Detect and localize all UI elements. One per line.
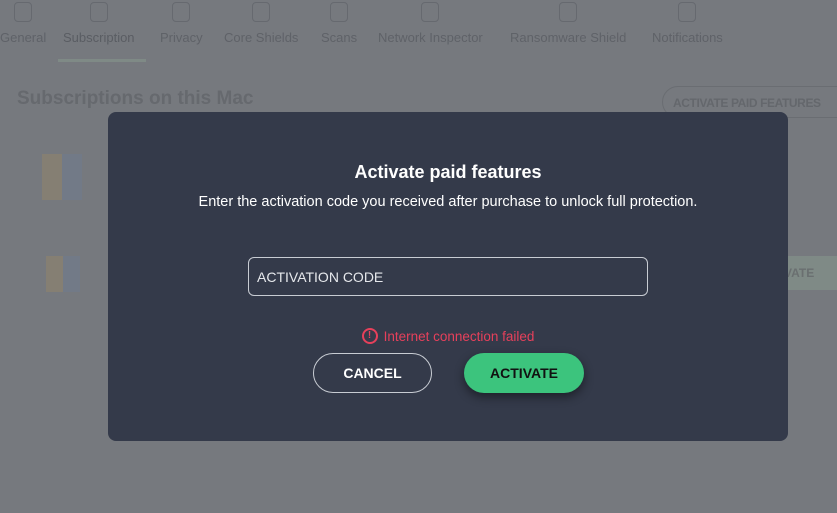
tab-label: Scans [321,30,358,45]
user-icon [172,2,191,22]
tab-scans[interactable]: Scans [321,0,357,45]
tab-general[interactable]: General [0,0,46,45]
tab-label: Privacy [160,30,203,45]
tab-subscription[interactable]: Subscription [63,0,135,45]
tab-label: Core Shields [224,30,299,45]
product-logo [42,154,82,200]
tab-network-inspector[interactable]: Network Inspector [378,0,483,45]
dialog-title: Activate paid features [354,162,542,182]
active-tab-indicator [58,59,146,62]
exclamation-circle-icon: ! [361,328,378,344]
tab-label: Subscription [63,30,135,45]
tab-ransomware-shield[interactable]: Ransomware Shield [510,0,626,45]
bell-icon [678,2,697,22]
page-title: Subscriptions on this Mac [17,88,254,109]
settings-nav: General Subscription Privacy Core Shield… [0,0,837,62]
tab-label: Notifications [652,30,723,45]
tab-notifications[interactable]: Notifications [652,0,723,45]
tab-label: General [0,30,47,45]
activate-button[interactable]: ACTIVATE [464,353,584,393]
error-message: ! Internet connection failed [108,328,788,344]
tab-label: Ransomware Shield [510,30,627,45]
home-shield-icon [421,2,440,22]
cancel-button[interactable]: CANCEL [313,353,432,393]
bookmark-icon [89,2,108,22]
dollar-file-icon [559,2,578,22]
activation-code-input[interactable] [248,257,648,296]
product-logo [46,256,80,292]
shield-icon [252,2,271,22]
dialog-subtitle: Enter the activation code you received a… [198,194,698,210]
activate-dialog: Activate paid features Enter the activat… [108,112,788,441]
tab-privacy[interactable]: Privacy [160,0,203,45]
magnifier-icon [330,2,349,22]
document-icon [14,2,33,22]
tab-label: Network Inspector [378,30,483,45]
error-text: Internet connection failed [383,328,535,344]
tab-core-shields[interactable]: Core Shields [224,0,298,45]
